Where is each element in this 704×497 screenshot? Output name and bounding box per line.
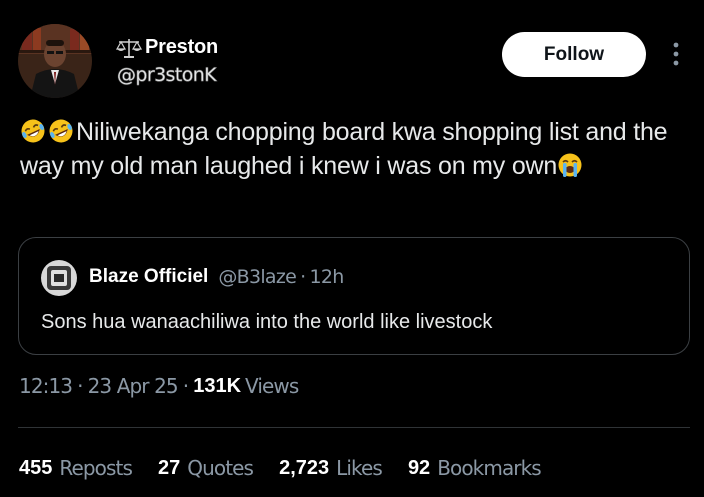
tweet-text: Niliwekanga chopping board kwa shopping … bbox=[20, 115, 690, 183]
quoted-author-avatar[interactable] bbox=[41, 260, 77, 296]
tweet-time[interactable]: 12:13 bbox=[19, 374, 73, 398]
quoted-author-handle[interactable]: @B3laze bbox=[218, 266, 297, 288]
views-label: Views bbox=[245, 374, 299, 398]
reposts-count: 455 bbox=[19, 456, 53, 479]
quoted-author-name[interactable]: Blaze Officiel bbox=[89, 266, 208, 288]
more-vertical-icon[interactable] bbox=[668, 40, 684, 70]
author-name-row[interactable]: Preston bbox=[115, 36, 218, 59]
bookmarks-stat[interactable]: 92 Bookmarks bbox=[407, 456, 542, 480]
follow-button[interactable]: Follow bbox=[502, 32, 646, 77]
likes-count: 2,723 bbox=[279, 456, 330, 479]
quoted-tweet-card[interactable]: Blaze Officiel @B3laze · 12h Sons hua wa… bbox=[18, 237, 690, 355]
likes-label: Likes bbox=[336, 456, 383, 480]
rolling-on-floor-laughing-emoji bbox=[20, 118, 46, 144]
rolling-on-floor-laughing-emoji bbox=[48, 118, 74, 144]
bookmarks-count: 92 bbox=[407, 456, 431, 479]
quotes-label: Quotes bbox=[187, 456, 254, 480]
reposts-label: Reposts bbox=[59, 456, 133, 480]
scales-of-justice-icon bbox=[115, 37, 143, 59]
quoted-separator: · bbox=[300, 266, 306, 288]
meta-separator: · bbox=[182, 374, 189, 398]
bookmarks-label: Bookmarks bbox=[437, 456, 542, 480]
loudly-crying-face-emoji bbox=[557, 152, 583, 178]
meta-separator: · bbox=[77, 374, 83, 398]
quotes-count: 27 bbox=[158, 456, 181, 479]
quoted-tweet-text: Sons hua wanaachiliwa into the world lik… bbox=[41, 311, 493, 333]
divider bbox=[18, 427, 690, 428]
likes-stat[interactable]: 2,723 Likes bbox=[279, 456, 383, 480]
quoted-timestamp[interactable]: 12h bbox=[309, 266, 344, 288]
tweet-date[interactable]: 23 Apr 25 bbox=[88, 374, 179, 398]
engagement-stats: 455 Reposts 27 Quotes 2,723 Likes 92 Boo… bbox=[19, 456, 567, 480]
author-handle[interactable]: @pr3stonK bbox=[117, 64, 217, 86]
reposts-stat[interactable]: 455 Reposts bbox=[19, 456, 133, 480]
views-count: 131K bbox=[193, 374, 242, 397]
author-display-name[interactable]: Preston bbox=[145, 36, 218, 59]
author-avatar[interactable] bbox=[18, 24, 92, 98]
tweet-meta: 12:13 · 23 Apr 25 · 131K Views bbox=[19, 374, 299, 398]
quotes-stat[interactable]: 27 Quotes bbox=[158, 456, 254, 480]
quoted-tweet-header: Blaze Officiel @B3laze · 12h bbox=[89, 266, 344, 288]
